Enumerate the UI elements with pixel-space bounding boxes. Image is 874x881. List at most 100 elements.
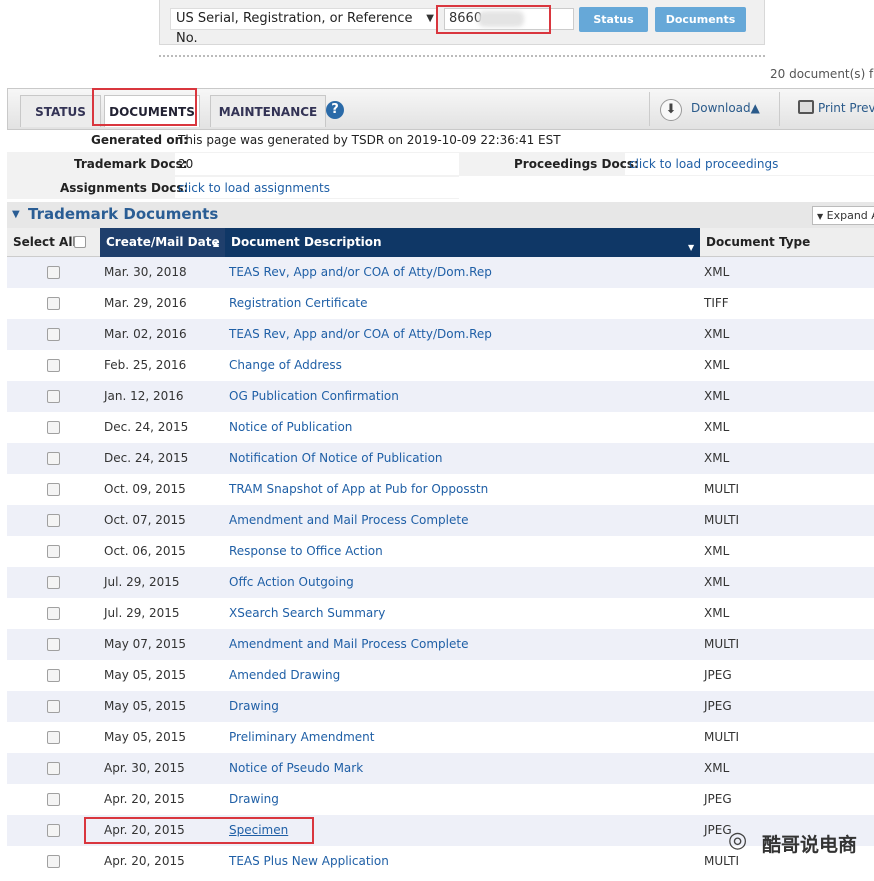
tab-status[interactable]: STATUS bbox=[20, 95, 101, 127]
search-type-select[interactable]: US Serial, Registration, or Reference No… bbox=[170, 8, 438, 46]
row-description-link[interactable]: Drawing bbox=[229, 699, 279, 713]
row-description-link[interactable]: Amendment and Mail Process Complete bbox=[229, 637, 468, 651]
table-row: Mar. 02, 2016 TEAS Rev, App and/or COA of… bbox=[7, 319, 874, 350]
row-checkbox[interactable] bbox=[47, 793, 60, 806]
row-document-type: XML bbox=[704, 389, 730, 403]
download-button[interactable]: Download▲ bbox=[691, 101, 760, 115]
table-row: Apr. 20, 2015 Drawing JPEG bbox=[7, 784, 874, 815]
row-description-link[interactable]: Notice of Pseudo Mark bbox=[229, 761, 363, 775]
help-icon[interactable]: ? bbox=[326, 101, 344, 119]
row-description-link[interactable]: TEAS Rev, App and/or COA of Atty/Dom.Rep bbox=[229, 265, 492, 279]
row-description-link[interactable]: OG Publication Confirmation bbox=[229, 389, 399, 403]
load-proceedings-link[interactable]: click to load proceedings bbox=[629, 157, 778, 171]
print-preview-button[interactable]: Print Previ bbox=[818, 101, 874, 115]
column-create-date-label: Create/Mail Date bbox=[106, 235, 220, 249]
row-description-link[interactable]: Notification Of Notice of Publication bbox=[229, 451, 443, 465]
table-row: Jul. 29, 2015 XSearch Search Summary XML bbox=[7, 598, 874, 629]
table-row: Dec. 24, 2015 Notice of Publication XML bbox=[7, 412, 874, 443]
collapse-caret-icon[interactable]: ▼ bbox=[12, 209, 20, 220]
documents-tab-highlight-box bbox=[92, 88, 197, 126]
column-select-all: Select All bbox=[13, 235, 77, 249]
row-checkbox[interactable] bbox=[47, 607, 60, 620]
row-document-type: MULTI bbox=[704, 637, 740, 651]
row-document-type: MULTI bbox=[704, 482, 740, 496]
download-icon[interactable]: ⬇ bbox=[660, 99, 682, 121]
row-date: Mar. 30, 2018 bbox=[104, 265, 187, 279]
row-checkbox[interactable] bbox=[47, 762, 60, 775]
row-date: Oct. 06, 2015 bbox=[104, 544, 186, 558]
column-create-date[interactable]: Create/Mail Date ▲ bbox=[100, 228, 225, 257]
wechat-logo-icon: ◎ bbox=[728, 828, 748, 853]
column-document-type[interactable]: Document Type bbox=[700, 228, 874, 257]
column-document-description[interactable]: Document Description ▼ bbox=[225, 228, 700, 257]
row-checkbox[interactable] bbox=[47, 824, 60, 837]
row-checkbox[interactable] bbox=[47, 328, 60, 341]
row-checkbox[interactable] bbox=[47, 669, 60, 682]
specimen-highlight-box bbox=[84, 817, 314, 844]
generated-label: Generated on: bbox=[91, 133, 188, 147]
row-description-link[interactable]: Registration Certificate bbox=[229, 296, 368, 310]
row-date: Jul. 29, 2015 bbox=[104, 575, 180, 589]
generated-value: This page was generated by TSDR on 2019-… bbox=[178, 133, 561, 147]
row-checkbox[interactable] bbox=[47, 855, 60, 868]
row-description-link[interactable]: Amended Drawing bbox=[229, 668, 340, 682]
row-checkbox[interactable] bbox=[47, 266, 60, 279]
table-row: Oct. 07, 2015 Amendment and Mail Process … bbox=[7, 505, 874, 536]
row-date: May 05, 2015 bbox=[104, 730, 187, 744]
watermark-text: 酷哥说电商 bbox=[762, 834, 858, 856]
row-description-link[interactable]: XSearch Search Summary bbox=[229, 606, 385, 620]
row-checkbox[interactable] bbox=[47, 452, 60, 465]
row-date: May 05, 2015 bbox=[104, 699, 187, 713]
row-date: Apr. 20, 2015 bbox=[104, 792, 185, 806]
row-checkbox[interactable] bbox=[47, 576, 60, 589]
row-document-type: XML bbox=[704, 575, 730, 589]
row-checkbox[interactable] bbox=[47, 390, 60, 403]
expand-all-button[interactable]: ▼ Expand A bbox=[812, 206, 874, 225]
row-date: Dec. 24, 2015 bbox=[104, 420, 189, 434]
printer-icon[interactable] bbox=[798, 100, 814, 114]
toolbar-divider bbox=[649, 92, 650, 126]
row-date: Feb. 25, 2016 bbox=[104, 358, 187, 372]
table-row: Jan. 12, 2016 OG Publication Confirmation… bbox=[7, 381, 874, 412]
section-title[interactable]: Trademark Documents bbox=[28, 205, 218, 223]
info-cell bbox=[175, 153, 459, 175]
row-document-type: XML bbox=[704, 451, 730, 465]
row-checkbox[interactable] bbox=[47, 359, 60, 372]
tab-maintenance[interactable]: MAINTENANCE bbox=[210, 95, 326, 127]
row-date: Apr. 30, 2015 bbox=[104, 761, 185, 775]
row-description-link[interactable]: Preliminary Amendment bbox=[229, 730, 374, 744]
row-document-type: TIFF bbox=[704, 296, 729, 310]
caret-down-icon: ▼ bbox=[817, 212, 824, 221]
row-checkbox[interactable] bbox=[47, 731, 60, 744]
row-checkbox[interactable] bbox=[47, 638, 60, 651]
select-all-checkbox[interactable] bbox=[74, 236, 86, 248]
row-checkbox[interactable] bbox=[47, 700, 60, 713]
row-description-link[interactable]: Drawing bbox=[229, 792, 279, 806]
row-checkbox[interactable] bbox=[47, 297, 60, 310]
row-description-link[interactable]: Response to Office Action bbox=[229, 544, 383, 558]
status-button[interactable]: Status bbox=[579, 7, 648, 32]
row-description-link[interactable]: Amendment and Mail Process Complete bbox=[229, 513, 468, 527]
table-row: May 05, 2015 Preliminary Amendment MULTI bbox=[7, 722, 874, 753]
table-row: Dec. 24, 2015 Notification Of Notice of P… bbox=[7, 443, 874, 474]
row-date: Jul. 29, 2015 bbox=[104, 606, 180, 620]
row-checkbox[interactable] bbox=[47, 421, 60, 434]
row-checkbox[interactable] bbox=[47, 545, 60, 558]
row-checkbox[interactable] bbox=[47, 514, 60, 527]
row-description-link[interactable]: TEAS Rev, App and/or COA of Atty/Dom.Rep bbox=[229, 327, 492, 341]
assignments-docs-label: Assignments Docs: bbox=[60, 181, 189, 195]
table-row: May 05, 2015 Amended Drawing JPEG bbox=[7, 660, 874, 691]
row-checkbox[interactable] bbox=[47, 483, 60, 496]
row-description-link[interactable]: Change of Address bbox=[229, 358, 342, 372]
dropdown-arrow-icon: ▼ bbox=[426, 13, 434, 24]
load-assignments-link[interactable]: click to load assignments bbox=[178, 181, 330, 195]
row-description-link[interactable]: TEAS Plus New Application bbox=[229, 854, 389, 868]
serial-highlight-box bbox=[436, 5, 551, 34]
row-description-link[interactable]: TRAM Snapshot of App at Pub for Opposstn bbox=[229, 482, 488, 496]
row-date: Dec. 24, 2015 bbox=[104, 451, 189, 465]
row-document-type: XML bbox=[704, 327, 730, 341]
documents-button[interactable]: Documents bbox=[655, 7, 746, 32]
row-description-link[interactable]: Offc Action Outgoing bbox=[229, 575, 354, 589]
row-document-type: MULTI bbox=[704, 730, 740, 744]
row-description-link[interactable]: Notice of Publication bbox=[229, 420, 352, 434]
